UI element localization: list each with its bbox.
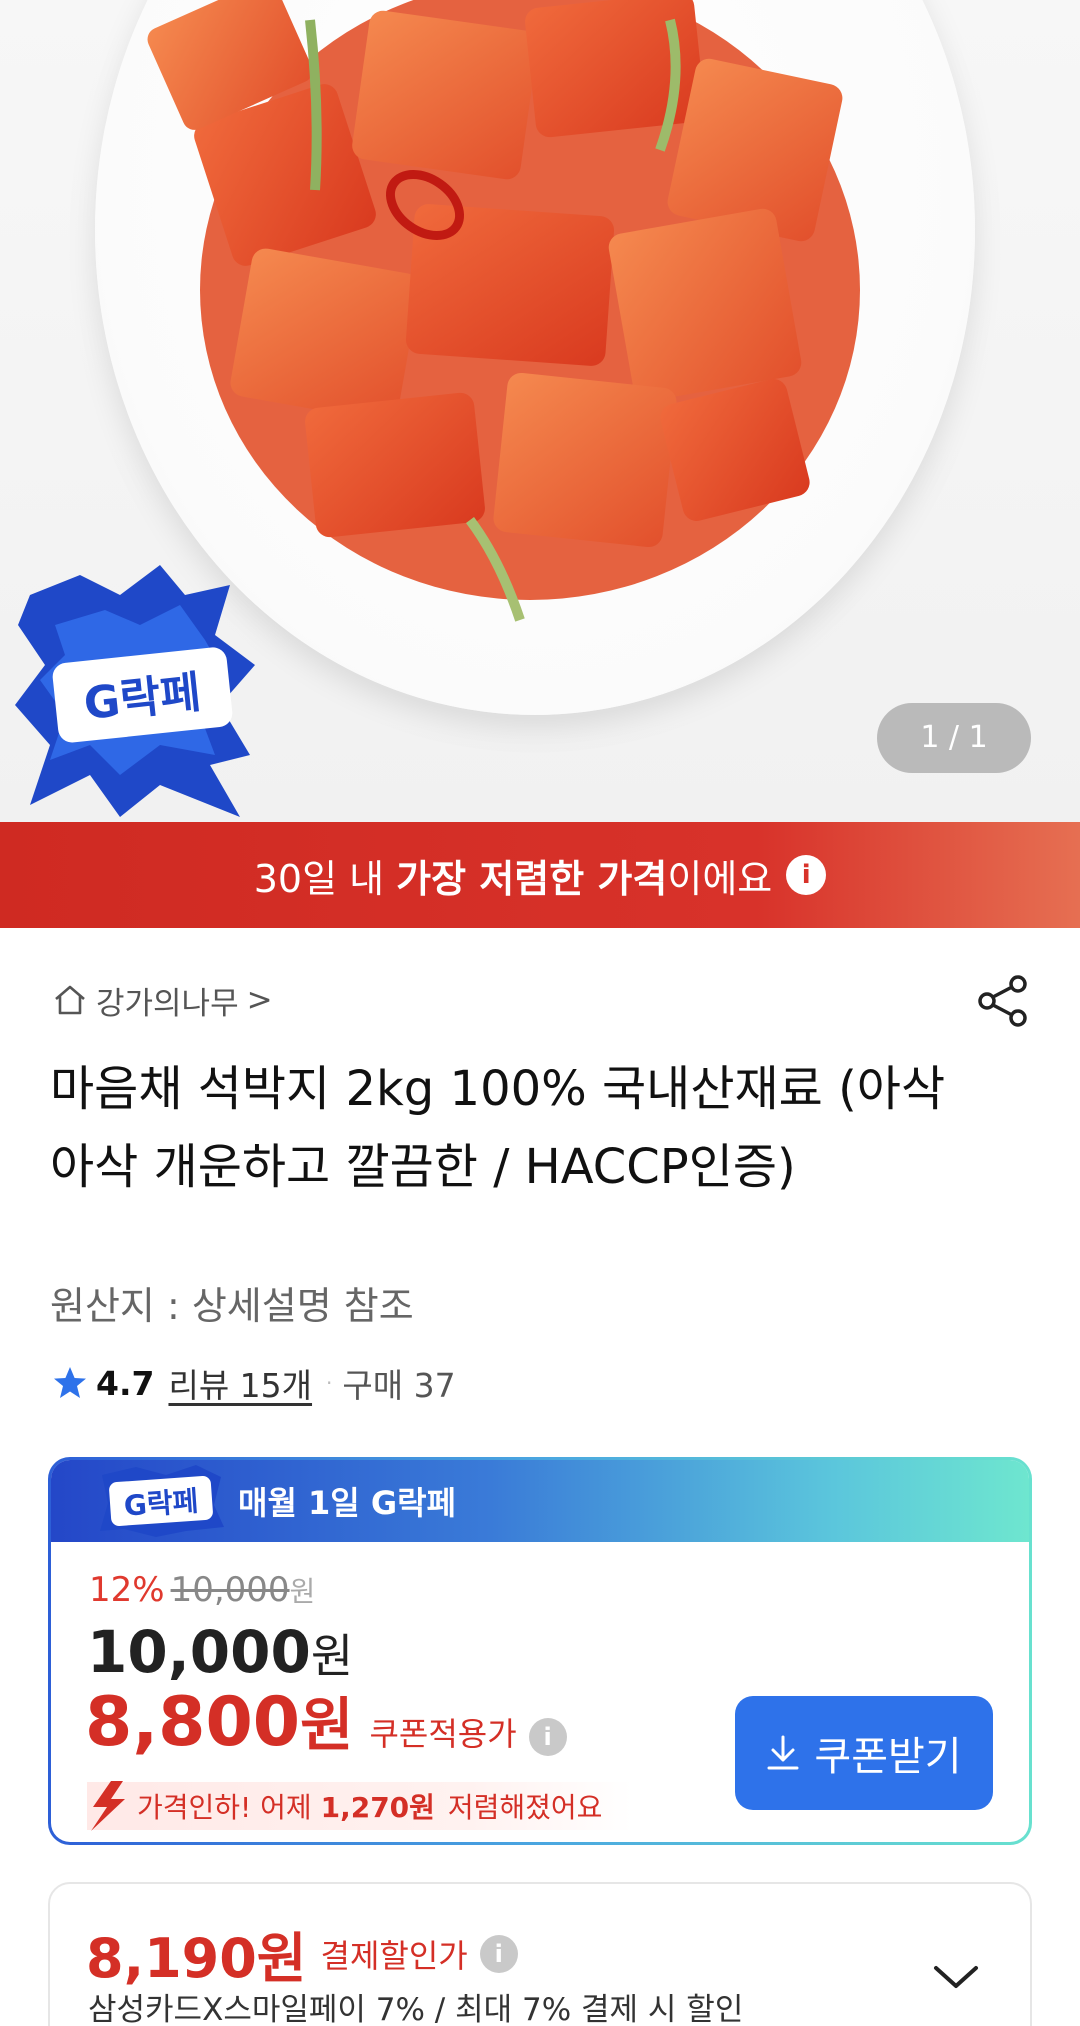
- coupon-price-label: 쿠폰적용가: [369, 1715, 517, 1753]
- rating-row: 4.7 리뷰 15개 · 구매 37: [52, 1358, 456, 1408]
- purchase-count: 구매 37: [342, 1366, 456, 1405]
- get-coupon-label: 쿠폰받기: [814, 1735, 962, 1779]
- get-coupon-button[interactable]: 쿠폰받기: [735, 1696, 993, 1810]
- payment-discount-description: 삼성카드X스마일페이 7% / 최대 7% 결제 시 할인: [88, 1992, 744, 2026]
- payment-discount-label: 결제할인가: [320, 1936, 468, 1975]
- sale-price: 10,000원: [87, 1618, 353, 1686]
- info-icon[interactable]: i: [479, 1934, 518, 1973]
- discount-row: 12% 10,000원: [89, 1570, 315, 1610]
- price-drop-prefix: 가격인하! 어제: [137, 1791, 321, 1824]
- sale-price-unit: 원: [310, 1629, 354, 1683]
- product-image-gallery[interactable]: G락페 1 / 1: [0, 0, 1080, 822]
- discount-percent: 12%: [89, 1570, 165, 1610]
- deal-card: G락페 매월 1일 G락페 12% 10,000원 10,000원 8,800 원…: [48, 1457, 1032, 1845]
- info-icon[interactable]: i: [528, 1718, 567, 1756]
- info-icon[interactable]: i: [786, 855, 827, 895]
- price-drop-notice: 가격인하! 어제 1,270원 저렴해졌어요: [87, 1781, 633, 1831]
- original-price-unit: 원: [289, 1575, 316, 1608]
- price-drop-suffix: 저렴해졌어요: [438, 1791, 603, 1824]
- lightning-down-icon: [91, 1781, 125, 1831]
- share-icon[interactable]: [974, 972, 1032, 1030]
- price-drop-amount: 1,270원: [320, 1791, 435, 1824]
- sale-price-number: 10,000: [87, 1618, 311, 1686]
- image-counter: 1 / 1: [877, 703, 1031, 773]
- glapae-logo-text: G락페: [123, 1484, 200, 1522]
- payment-discount-card[interactable]: 8,190원 결제할인가 i 삼성카드X스마일페이 7% / 최대 7% 결제 …: [48, 1882, 1032, 2026]
- product-origin: 원산지 : 상세설명 참조: [50, 1284, 414, 1328]
- banner-text-highlight: 가장 저렴한 가격: [396, 856, 668, 901]
- banner-text-suffix: 이에요: [667, 856, 773, 901]
- coupon-price: 8,800 원 쿠폰적용가 i: [85, 1678, 567, 1762]
- price-drop-text: 가격인하! 어제 1,270원 저렴해졌어요: [133, 1786, 602, 1826]
- coupon-price-unit: 원: [300, 1691, 354, 1759]
- banner-text-prefix: 30일 내: [253, 856, 397, 901]
- star-icon: [54, 1367, 86, 1398]
- chevron-right-icon: >: [246, 982, 273, 1018]
- product-title: 마음채 석박지 2kg 100% 국내산재료 (아삭아삭 개운하고 깔끔한 / …: [50, 1061, 946, 1195]
- store-link[interactable]: 강가의나무 >: [52, 975, 273, 1025]
- original-price: 10,000: [170, 1570, 290, 1610]
- download-icon: [767, 1735, 799, 1770]
- reviews-link[interactable]: 리뷰 15개: [168, 1359, 312, 1407]
- glapae-badge: G락페: [15, 565, 255, 817]
- separator-dot: ·: [326, 1371, 333, 1395]
- home-icon: [55, 985, 85, 1015]
- payment-discount-price: 8,190원: [86, 1927, 307, 1990]
- glapae-logo: G락페: [100, 1465, 224, 1537]
- deal-title: 매월 1일 G락페: [238, 1484, 457, 1522]
- store-name: 강가의나무: [96, 985, 239, 1022]
- chevron-down-icon[interactable]: [932, 1962, 980, 1992]
- lowest-price-banner[interactable]: 30일 내 가장 저렴한 가격 이에요 i: [0, 822, 1080, 928]
- deal-header: G락페 매월 1일 G락페: [51, 1460, 1029, 1542]
- payment-price-row: 8,190원 결제할인가 i: [86, 1914, 518, 1993]
- coupon-price-number: 8,800: [85, 1683, 301, 1762]
- rating-score: 4.7: [96, 1363, 155, 1403]
